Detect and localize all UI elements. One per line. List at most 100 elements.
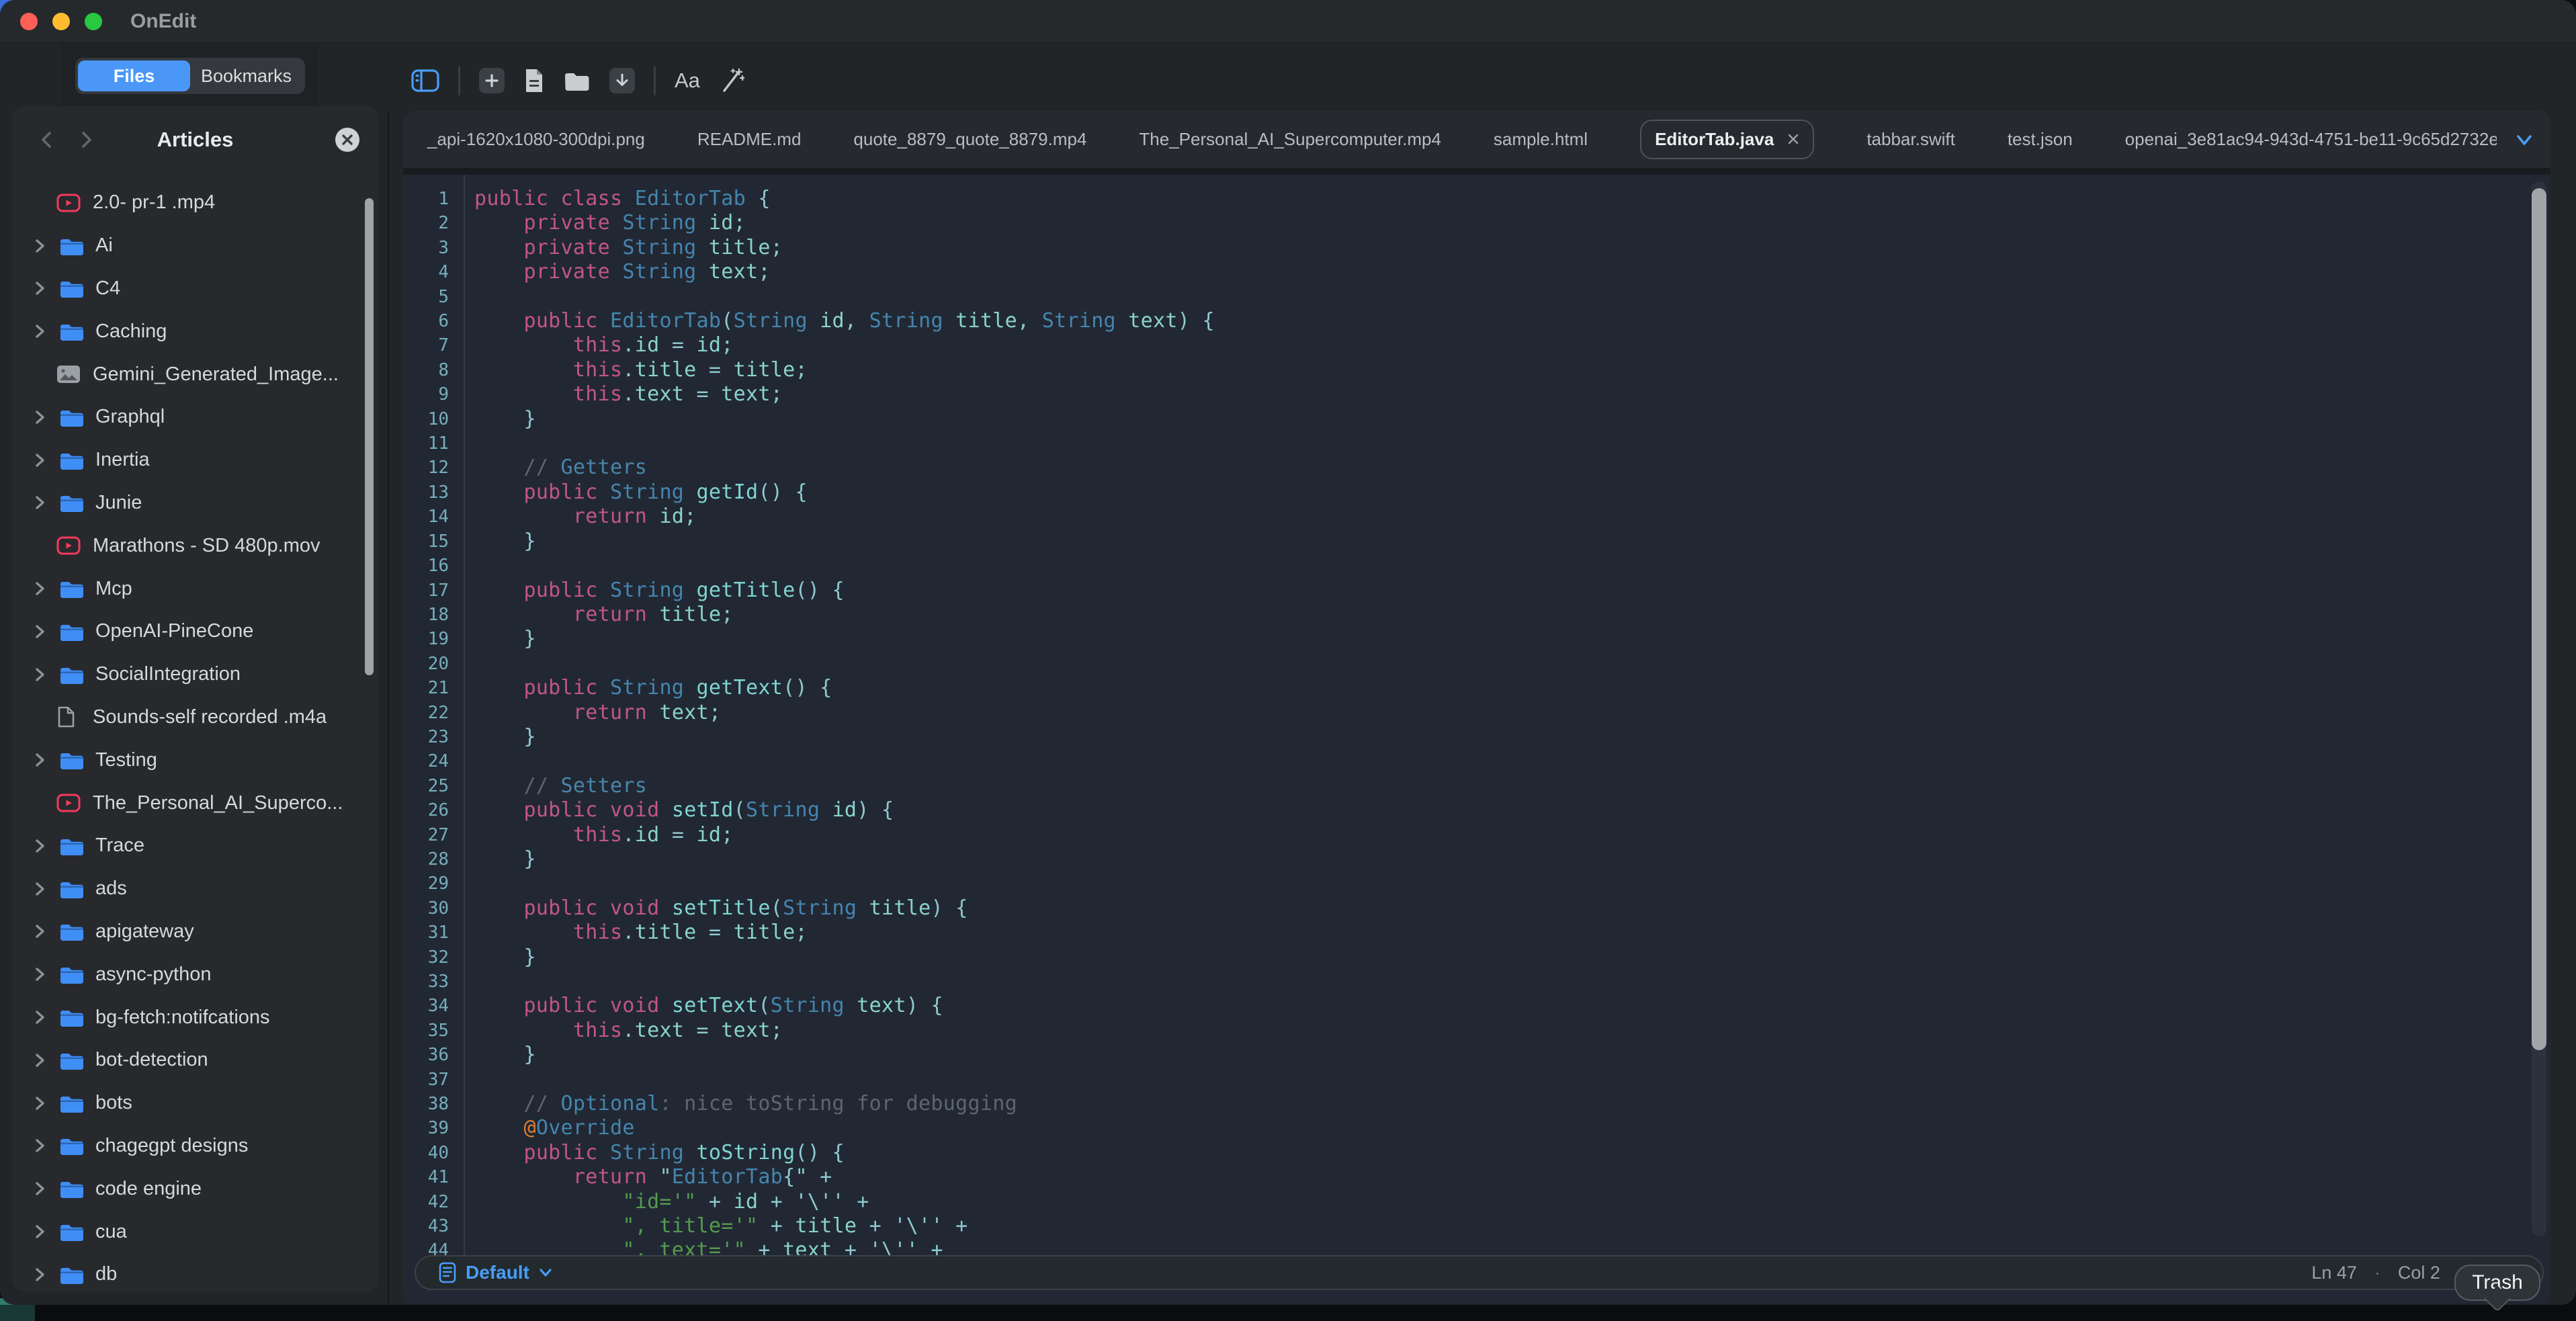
text-format-button[interactable]: Aa <box>675 69 700 93</box>
tab-overflow-chevron-down-icon[interactable] <box>2514 132 2534 152</box>
tree-row[interactable]: The_Personal_AI_Superco... <box>12 781 378 824</box>
tree-item-label: Mcp <box>95 578 132 600</box>
line-number-gutter: 1234567891011121314151617181920212223242… <box>403 187 449 1255</box>
tab-close-icon[interactable] <box>1787 129 1799 150</box>
chevron-right-icon[interactable] <box>32 493 50 512</box>
chevron-right-icon[interactable] <box>32 408 50 427</box>
chevron-right-icon[interactable] <box>32 1136 50 1155</box>
code-line: // Setters <box>474 774 1215 798</box>
tree-row[interactable]: Marathons - SD 480p.mov <box>12 524 378 567</box>
sidebar-scrollbar[interactable] <box>365 198 374 675</box>
chevron-right-icon[interactable] <box>32 880 50 898</box>
tree-row[interactable]: async-python <box>12 953 378 996</box>
sidebar-panel: Articles 2.0- pr-1 .mp4Ai C4 CachingGemini… <box>12 106 378 1291</box>
code-line: } <box>474 407 1215 431</box>
tree-row[interactable]: SocialIntegration <box>12 653 378 696</box>
sidebar-close-button[interactable] <box>335 128 359 152</box>
editor-tab[interactable]: test.json <box>2008 129 2073 150</box>
code-line: this.text = text; <box>474 382 1215 407</box>
add-icon[interactable] <box>479 68 505 93</box>
tree-row[interactable]: Ai <box>12 224 378 267</box>
editor-scrollbar-thumb[interactable] <box>2532 188 2546 1050</box>
code-line: public String getId() { <box>474 480 1215 505</box>
editor-tab[interactable]: README.md <box>697 129 802 150</box>
editor-tab[interactable]: The_Personal_AI_Supercomputer.mp4 <box>1139 129 1441 150</box>
tree-row[interactable]: Mcp <box>12 567 378 610</box>
tree-row[interactable]: code engine <box>12 1167 378 1210</box>
chevron-right-icon[interactable] <box>32 665 50 684</box>
chevron-right-icon[interactable] <box>32 622 50 641</box>
traffic-lights <box>20 13 102 30</box>
code-area[interactable]: 1234567891011121314151617181920212223242… <box>403 175 2550 1255</box>
tree-row[interactable]: apigateway <box>12 910 378 953</box>
tree-row[interactable]: db <box>12 1253 378 1291</box>
gutter-divider <box>464 175 465 1255</box>
tree-row[interactable]: C4 <box>12 267 378 310</box>
tree-row[interactable]: Caching <box>12 310 378 353</box>
tree-row[interactable]: OpenAI-PineCone <box>12 610 378 653</box>
profile-dropdown[interactable]: Default <box>439 1262 552 1283</box>
sidebar-tab-files[interactable]: Files <box>78 60 190 91</box>
tree-row[interactable]: bg-fetch:notifcations <box>12 996 378 1039</box>
chevron-right-icon[interactable] <box>32 579 50 598</box>
new-document-icon[interactable] <box>523 68 545 93</box>
sidebar-title: Articles <box>12 128 378 152</box>
sidebar-tab-bookmarks[interactable]: Bookmarks <box>190 60 302 91</box>
open-folder-icon[interactable] <box>564 70 591 91</box>
tree-row[interactable]: Trace <box>12 824 378 867</box>
code-line: this.id = id; <box>474 333 1215 357</box>
sidebar-toggle-icon[interactable] <box>411 69 439 92</box>
line-number: 2 <box>403 211 449 235</box>
chevron-right-icon[interactable] <box>32 751 50 769</box>
tree-row[interactable]: bot-detection <box>12 1039 378 1082</box>
tree-row[interactable]: cua <box>12 1210 378 1253</box>
close-window-button[interactable] <box>20 13 38 30</box>
tree-row[interactable]: bots <box>12 1082 378 1125</box>
code-line <box>474 652 1215 676</box>
tree-item-label: cua <box>95 1221 127 1243</box>
tree-item-label: async-python <box>95 964 212 986</box>
chevron-right-icon[interactable] <box>32 1008 50 1027</box>
chevron-right-icon[interactable] <box>32 1222 50 1241</box>
minimize-window-button[interactable] <box>52 13 70 30</box>
tree-row[interactable]: ads <box>12 867 378 910</box>
editor-tab[interactable]: EditorTab.java <box>1640 120 1814 159</box>
tree-row[interactable]: Graphql <box>12 396 378 439</box>
editor-tab[interactable]: tabbar.swift <box>1866 129 1955 150</box>
editor-tab[interactable]: _api-1620x1080-300dpi.png <box>427 129 645 150</box>
chevron-right-icon[interactable] <box>32 237 50 255</box>
tree-item-label: SocialIntegration <box>95 663 241 685</box>
profile-label: Default <box>466 1262 529 1283</box>
sidebar-segmented-control: Files Bookmarks <box>75 58 305 94</box>
line-number: 43 <box>403 1214 449 1238</box>
editor-tab[interactable]: sample.html <box>1494 129 1588 150</box>
chevron-right-icon[interactable] <box>32 1265 50 1284</box>
editor-tab[interactable]: openai_3e81ac94-943d-4751-be11-9c65d2732… <box>2125 129 2497 150</box>
editor-tab[interactable]: quote_8879_quote_8879.mp4 <box>853 129 1086 150</box>
chevron-right-icon[interactable] <box>32 322 50 341</box>
chevron-right-icon[interactable] <box>32 965 50 984</box>
toolbar-divider <box>458 66 460 95</box>
tree-row[interactable]: Sounds-self recorded .m4a <box>12 696 378 739</box>
chevron-right-icon[interactable] <box>32 279 50 298</box>
download-icon[interactable] <box>609 68 635 93</box>
tree-row[interactable]: Gemini_Generated_Image... <box>12 353 378 396</box>
chevron-right-icon[interactable] <box>32 1094 50 1113</box>
tree-row[interactable]: Testing <box>12 738 378 781</box>
chevron-right-icon[interactable] <box>32 837 50 855</box>
tree-row[interactable]: 2.0- pr-1 .mp4 <box>12 181 378 224</box>
chevron-right-icon[interactable] <box>32 1051 50 1070</box>
tree-item-label: C4 <box>95 278 120 300</box>
magic-wand-icon[interactable] <box>719 68 744 93</box>
tree-item-label: code engine <box>95 1178 202 1200</box>
tree-row[interactable]: Junie <box>12 482 378 525</box>
tree-row[interactable]: chagegpt designs <box>12 1125 378 1168</box>
chevron-right-icon[interactable] <box>32 451 50 470</box>
chevron-right-icon[interactable] <box>32 922 50 941</box>
folder-icon <box>59 278 86 298</box>
tree-row[interactable]: Inertia <box>12 439 378 482</box>
chevron-right-icon[interactable] <box>32 1179 50 1198</box>
zoom-window-button[interactable] <box>85 13 102 30</box>
code-line <box>474 871 1215 896</box>
line-number: 9 <box>403 382 449 407</box>
